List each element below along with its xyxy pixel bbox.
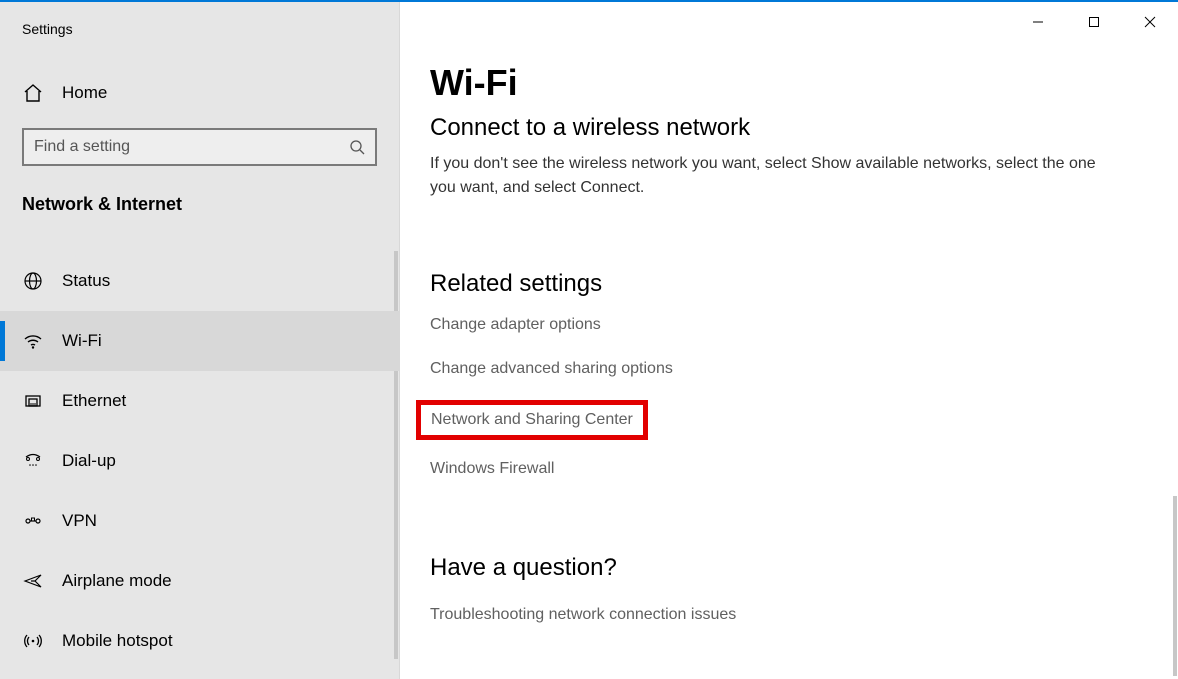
link-network-sharing-center[interactable]: Network and Sharing Center (416, 400, 648, 440)
minimize-button[interactable] (1010, 2, 1066, 42)
sidebar-item-label: Ethernet (62, 391, 126, 411)
wifi-icon (22, 330, 44, 352)
sidebar-item-label: Wi-Fi (62, 331, 102, 351)
search-box[interactable] (22, 128, 377, 166)
main-content: Wi-Fi Connect to a wireless network If y… (400, 2, 1178, 679)
sidebar-item-wifi[interactable]: Wi-Fi (0, 311, 399, 371)
connect-heading: Connect to a wireless network (430, 114, 1148, 142)
vpn-icon (22, 510, 44, 532)
link-change-adapter[interactable]: Change adapter options (430, 316, 601, 334)
link-troubleshooting[interactable]: Troubleshooting network connection issue… (430, 606, 736, 624)
window-controls (1010, 2, 1178, 42)
app-title: Settings (0, 14, 399, 44)
sidebar-item-label: Airplane mode (62, 571, 172, 591)
nav-list: Status Wi-Fi (0, 251, 399, 671)
sidebar-item-dialup[interactable]: Dial-up (0, 431, 399, 491)
sidebar-item-hotspot[interactable]: Mobile hotspot (0, 611, 399, 671)
home-label: Home (62, 83, 107, 103)
airplane-icon (22, 570, 44, 592)
home-icon (22, 82, 44, 104)
connect-body: If you don't see the wireless network yo… (430, 152, 1120, 200)
page-title: Wi-Fi (430, 62, 1148, 104)
related-heading: Related settings (430, 270, 1148, 298)
hotspot-icon (22, 630, 44, 652)
sidebar-item-airplane[interactable]: Airplane mode (0, 551, 399, 611)
globe-icon (22, 270, 44, 292)
home-button[interactable]: Home (0, 68, 399, 118)
sidebar-item-vpn[interactable]: VPN (0, 491, 399, 551)
sidebar-item-label: Mobile hotspot (62, 631, 173, 651)
settings-window: Settings Home (0, 0, 1178, 679)
link-windows-firewall[interactable]: Windows Firewall (430, 460, 554, 478)
search-icon (349, 139, 365, 155)
close-button[interactable] (1122, 2, 1178, 42)
dialup-icon (22, 450, 44, 472)
question-heading: Have a question? (430, 554, 1148, 582)
sidebar: Settings Home (0, 2, 400, 679)
sidebar-item-label: VPN (62, 511, 97, 531)
search-wrap (0, 118, 399, 166)
search-input[interactable] (34, 138, 349, 156)
link-advanced-sharing[interactable]: Change advanced sharing options (430, 360, 673, 378)
sidebar-item-label: Dial-up (62, 451, 116, 471)
sidebar-section-heading: Network & Internet (0, 166, 399, 233)
sidebar-item-ethernet[interactable]: Ethernet (0, 371, 399, 431)
sidebar-item-label: Status (62, 271, 110, 291)
ethernet-icon (22, 390, 44, 412)
sidebar-content: Home Network & Internet (0, 44, 399, 671)
main-scrollbar[interactable] (1173, 496, 1177, 676)
sidebar-item-status[interactable]: Status (0, 251, 399, 311)
maximize-button[interactable] (1066, 2, 1122, 42)
